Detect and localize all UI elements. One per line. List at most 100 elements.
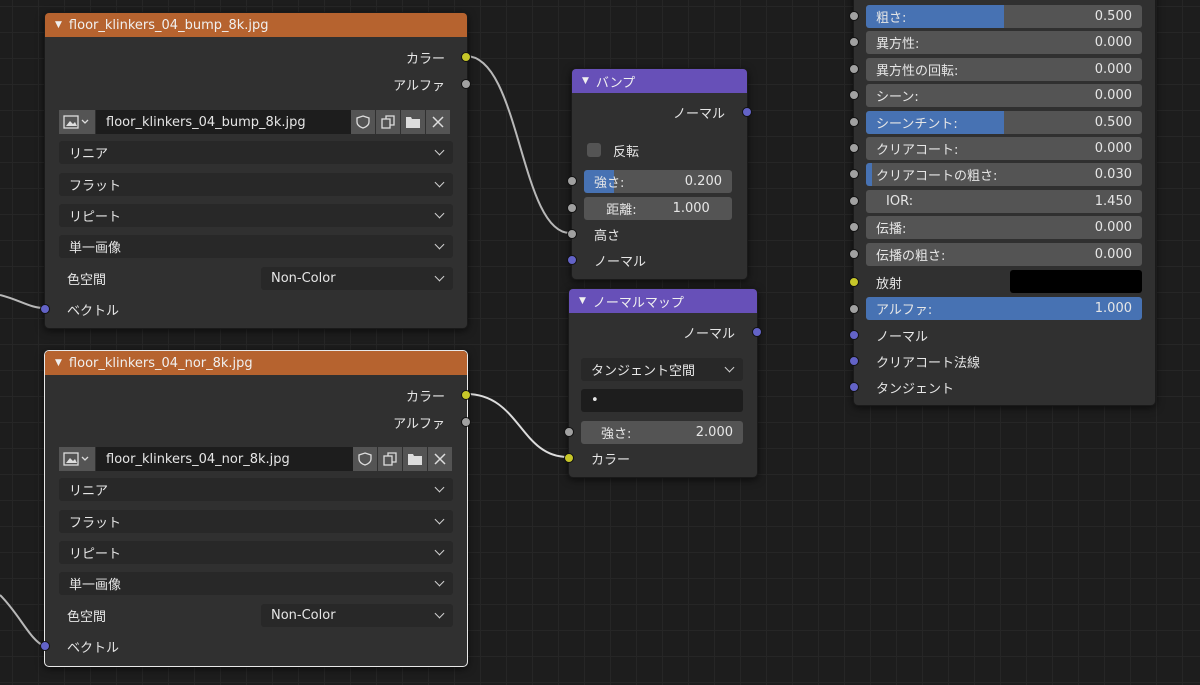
output-normal-label: ノーマル [682, 326, 735, 342]
output-alpha-socket[interactable] [461, 79, 471, 89]
input-socket[interactable] [849, 143, 859, 153]
input-socket[interactable] [849, 64, 859, 74]
image-browse-button[interactable] [59, 447, 95, 471]
principled-slider[interactable]: 伝播: 0.000 [866, 216, 1142, 239]
node-header[interactable]: ▼ バンプ [572, 69, 747, 93]
node-header[interactable]: ▼ floor_klinkers_04_nor_8k.jpg [45, 351, 467, 375]
uv-map-field[interactable]: • [581, 389, 743, 412]
projection-dropdown[interactable]: フラット [59, 510, 453, 533]
distance-field[interactable]: 距離: 1.000 [584, 197, 732, 220]
image-icon [63, 115, 89, 129]
input-clearcoat-normal-socket[interactable] [849, 356, 859, 366]
node-header[interactable]: ▼ floor_klinkers_04_bump_8k.jpg [45, 13, 467, 37]
output-alpha-label: アルファ [393, 78, 445, 94]
image-selector[interactable]: floor_klinkers_04_bump_8k.jpg [59, 110, 451, 134]
input-socket[interactable] [849, 90, 859, 100]
new-image-button[interactable] [376, 110, 400, 134]
fake-user-button[interactable] [351, 110, 375, 134]
image-selector[interactable]: floor_klinkers_04_nor_8k.jpg [59, 447, 453, 471]
input-normal-socket[interactable] [567, 255, 577, 265]
principled-slider[interactable]: 粗さ: 0.500 [866, 5, 1142, 28]
principled-slider[interactable]: クリアコート: 0.000 [866, 137, 1142, 160]
output-normal-socket[interactable] [752, 327, 762, 337]
bump-node[interactable]: ▼ バンプ ノーマル 反転 強さ: 0.200 距離: 1.000 高さ ノーマ… [567, 68, 752, 280]
output-normal-socket[interactable] [742, 107, 752, 117]
principled-bsdf-node[interactable]: 粗さ: 0.500 異方性: 0.000 異方性の回転: 0.000 シーン: 0.000 シー… [849, 0, 1156, 406]
emission-label: 放射 [876, 276, 903, 292]
folder-icon [408, 454, 422, 465]
invert-label: 反転 [613, 144, 640, 160]
space-dropdown[interactable]: タンジェント空間 [581, 358, 743, 381]
output-color-socket[interactable] [461, 390, 471, 400]
strength-slider[interactable]: 強さ: 0.200 [584, 170, 732, 193]
collapse-triangle-icon[interactable]: ▼ [55, 358, 62, 368]
new-image-button[interactable] [378, 447, 402, 471]
unlink-image-button[interactable] [426, 110, 450, 134]
input-socket[interactable] [849, 11, 859, 21]
input-socket[interactable] [849, 117, 859, 127]
node-header[interactable]: ▼ ノーマルマップ [569, 289, 757, 313]
interpolation-value: リニア [69, 484, 109, 499]
input-vector-socket[interactable] [40, 641, 50, 651]
strength-label: 強さ: [601, 427, 632, 442]
principled-slider[interactable]: シーン: 0.000 [866, 84, 1142, 107]
input-alpha-socket[interactable] [849, 304, 859, 314]
principled-slider[interactable]: IOR: 1.450 [866, 190, 1142, 213]
image-texture-node-normal[interactable]: ▼ floor_klinkers_04_nor_8k.jpg カラー アルファ … [40, 350, 471, 667]
principled-slider[interactable]: 異方性の回転: 0.000 [866, 58, 1142, 81]
collapse-triangle-icon[interactable]: ▼ [579, 296, 586, 306]
input-tangent-socket[interactable] [849, 382, 859, 392]
image-name-field[interactable]: floor_klinkers_04_bump_8k.jpg [96, 110, 351, 134]
output-alpha-label: アルファ [393, 416, 445, 432]
input-tangent-label: タンジェント [876, 381, 955, 397]
input-height-socket[interactable] [567, 229, 577, 239]
colorspace-dropdown[interactable]: Non-Color [261, 267, 453, 290]
input-vector-socket[interactable] [40, 304, 50, 314]
input-socket[interactable] [849, 37, 859, 47]
open-image-button[interactable] [403, 447, 427, 471]
principled-slider[interactable]: 伝播の粗さ: 0.000 [866, 243, 1142, 266]
interpolation-dropdown[interactable]: リニア [59, 141, 453, 164]
principled-slider[interactable]: シーンチント: 0.500 [866, 111, 1142, 134]
source-dropdown[interactable]: 単一画像 [59, 572, 453, 595]
input-color-socket[interactable] [564, 453, 574, 463]
space-value: タンジェント空間 [591, 364, 696, 379]
extension-dropdown[interactable]: リピート [59, 541, 453, 564]
image-browse-button[interactable] [59, 110, 95, 134]
principled-slider[interactable]: クリアコートの粗さ: 0.030 [866, 163, 1142, 186]
input-socket[interactable] [849, 222, 859, 232]
normal-map-node[interactable]: ▼ ノーマルマップ ノーマル タンジェント空間 • 強さ: 2.000 カラー [564, 288, 762, 478]
slider-label: 粗さ: [876, 11, 907, 26]
invert-checkbox-row[interactable]: 反転 [587, 139, 639, 161]
extension-dropdown[interactable]: リピート [59, 204, 453, 227]
input-socket[interactable] [849, 249, 859, 259]
interpolation-dropdown[interactable]: リニア [59, 478, 453, 501]
image-name-field[interactable]: floor_klinkers_04_nor_8k.jpg [96, 447, 353, 471]
fake-user-button[interactable] [353, 447, 377, 471]
collapse-triangle-icon[interactable]: ▼ [55, 20, 62, 30]
invert-checkbox[interactable] [587, 143, 601, 157]
alpha-slider[interactable]: アルファ: 1.000 [866, 297, 1142, 320]
output-alpha-socket[interactable] [461, 417, 471, 427]
input-strength-socket[interactable] [567, 176, 577, 186]
colorspace-dropdown[interactable]: Non-Color [261, 604, 453, 627]
input-strength-socket[interactable] [564, 427, 574, 437]
projection-value: フラット [69, 179, 122, 194]
unlink-image-button[interactable] [428, 447, 452, 471]
projection-dropdown[interactable]: フラット [59, 173, 453, 196]
collapse-triangle-icon[interactable]: ▼ [582, 76, 589, 86]
colorspace-label: 色空間 [67, 272, 107, 288]
emission-color-swatch[interactable] [1010, 270, 1142, 293]
input-socket[interactable] [849, 169, 859, 179]
image-texture-node-bump[interactable]: ▼ floor_klinkers_04_bump_8k.jpg カラー アルファ… [40, 12, 471, 329]
input-socket[interactable] [849, 196, 859, 206]
source-dropdown[interactable]: 単一画像 [59, 235, 453, 258]
strength-field[interactable]: 強さ: 2.000 [581, 421, 743, 444]
output-color-socket[interactable] [461, 52, 471, 62]
input-emission-socket[interactable] [849, 277, 859, 287]
input-distance-socket[interactable] [567, 203, 577, 213]
input-vector-label: ベクトル [67, 640, 120, 656]
input-normal-socket[interactable] [849, 330, 859, 340]
open-image-button[interactable] [401, 110, 425, 134]
principled-slider[interactable]: 異方性: 0.000 [866, 31, 1142, 54]
